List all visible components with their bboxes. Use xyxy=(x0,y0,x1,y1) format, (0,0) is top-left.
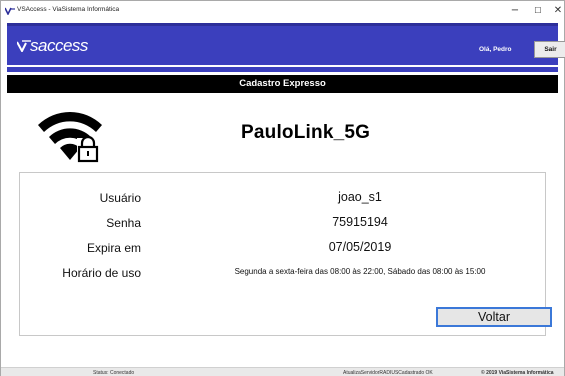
logo-check-icon xyxy=(17,40,31,52)
app-logo: saccess xyxy=(30,36,88,55)
expires-value: 07/05/2019 xyxy=(328,240,392,254)
password-label: Senha xyxy=(106,216,141,230)
title-bar: VSAccess - ViaSistema Informática − ☐ ✕ xyxy=(1,1,564,23)
server-sync-status: AtualizaServidorRADIUSCadastrado OK xyxy=(343,370,433,376)
user-greeting: Olá, Pedro xyxy=(479,46,512,53)
wifi-lock-icon xyxy=(38,112,102,163)
password-value: 75915194 xyxy=(332,215,388,229)
close-button[interactable]: ✕ xyxy=(547,4,565,18)
section-title: Cadastro Expresso xyxy=(7,75,558,93)
copyright-text: © 2019 ViaSistema Informática xyxy=(481,370,554,376)
app-icon xyxy=(5,7,15,15)
logout-button[interactable]: Sair xyxy=(534,41,565,58)
back-button[interactable]: Voltar xyxy=(436,307,552,327)
window-title: VSAccess - ViaSistema Informática xyxy=(17,6,120,13)
maximize-button[interactable]: ☐ xyxy=(527,4,549,18)
expires-label: Expira em xyxy=(86,241,141,255)
schedule-label: Horário de uso xyxy=(62,266,141,280)
user-label: Usuário xyxy=(99,191,141,205)
schedule-value: Segunda a sexta-feira das 08:00 às 22:00… xyxy=(234,267,486,276)
connection-status: Status: Conectado xyxy=(93,370,135,376)
network-ssid: PauloLink_5G xyxy=(241,122,371,143)
minimize-button[interactable]: − xyxy=(504,4,526,18)
credentials-panel: Usuário joao_s1 Senha 75915194 Expira em… xyxy=(19,172,552,336)
header-divider xyxy=(7,65,558,67)
status-bar: Status: Conectado AtualizaServidorRADIUS… xyxy=(1,367,564,376)
user-value: joao_s1 xyxy=(338,190,382,204)
app-window: VSAccess - ViaSistema Informática − ☐ ✕ … xyxy=(0,0,565,376)
